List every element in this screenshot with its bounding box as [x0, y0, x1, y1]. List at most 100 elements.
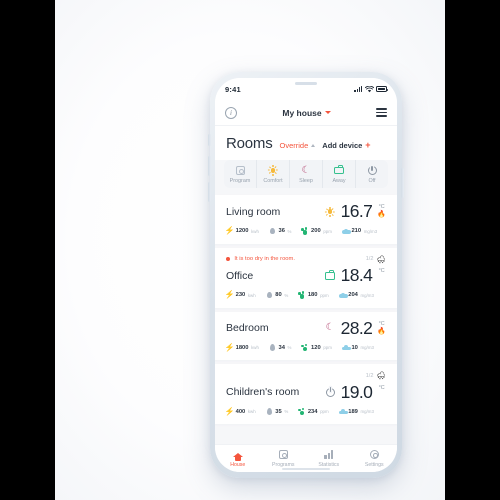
tab-label: House — [230, 461, 246, 468]
metric-value: 1200 — [235, 228, 249, 234]
droplet-icon — [269, 227, 276, 236]
alert-humidity-icon: 🌨 — [376, 371, 386, 380]
info-icon[interactable]: i — [225, 106, 237, 119]
chevron-down-icon — [324, 111, 331, 114]
room-name: Office — [226, 269, 254, 282]
co2-icon — [301, 343, 308, 352]
temperature-value: 28.2 — [340, 317, 373, 338]
metric-value: 35 — [275, 408, 282, 415]
status-time: 9:41 — [225, 84, 241, 94]
metric-particles: 210 mg/m3 — [341, 227, 378, 236]
power-icon — [325, 387, 336, 397]
metric-value: 34 — [278, 344, 285, 351]
moon-icon: ☾ — [301, 164, 311, 176]
temperature-value: 18.4 — [340, 265, 373, 285]
cloud-icon — [338, 407, 348, 416]
tab-programs[interactable]: Programs — [261, 450, 307, 468]
degree-unit: °C — [378, 384, 385, 391]
mode-button-off[interactable]: Off — [356, 160, 388, 188]
metric-value: 120 — [311, 344, 321, 351]
temperature-units: °C 🔥 — [377, 384, 386, 399]
co2-icon — [298, 407, 305, 416]
bar-chart-icon — [324, 450, 334, 460]
tab-settings[interactable]: Settings — [352, 450, 398, 468]
phone-screen: 9:41 i My house Rooms Override Add devic… — [215, 78, 397, 472]
mode-label: Away — [332, 178, 346, 184]
room-card-header: Bedroom ☾ 28.2 °C 🔥 — [226, 317, 386, 338]
temperature-value: 16.7 — [340, 201, 373, 221]
metric-energy: ⚡ 400 kwh — [224, 406, 256, 416]
metric-unit: % — [284, 292, 289, 298]
moon-icon: ☾ — [325, 322, 335, 334]
room-card[interactable]: Bedroom ☾ 28.2 °C 🔥 ⚡ 1800 kwh 34 % 120 … — [215, 311, 397, 360]
metric-value: 210 — [351, 228, 362, 234]
temperature-value: 19.0 — [340, 381, 373, 402]
metric-unit: ppm — [323, 345, 332, 350]
metric-unit: ppm — [320, 292, 329, 298]
metric-unit: ppm — [323, 228, 332, 234]
status-icons — [354, 85, 389, 93]
metric-unit: % — [284, 409, 289, 414]
mode-button-program[interactable]: Program — [224, 160, 257, 188]
tab-statistics[interactable]: Statistics — [306, 450, 352, 468]
metric-energy: ⚡ 1800 kwh — [225, 343, 259, 352]
power-icon — [367, 165, 377, 176]
warning-counter[interactable]: 1/2 🌨 — [366, 372, 386, 380]
override-button[interactable]: Override — [280, 141, 316, 150]
temperature-units: °C 🔥 — [377, 320, 386, 335]
room-card-header: Children's room 19.0 °C 🔥 — [226, 381, 386, 402]
droplet-icon — [269, 343, 276, 352]
status-bar: 9:41 — [215, 78, 397, 100]
degree-unit: °C — [378, 268, 385, 275]
house-selector[interactable]: My house — [282, 107, 331, 118]
metric-particles: 10 mg/m3 — [341, 343, 374, 352]
alert-humidity-icon: 🌨 — [376, 254, 386, 264]
metric-row: ⚡ 400 kwh 35 % 234 ppm 189 mg/m3 — [224, 406, 386, 416]
room-card-list: Living room 16.7 °C 🔥 ⚡ 1200 kwh 36 % 20… — [215, 195, 397, 424]
co2-icon — [298, 291, 305, 300]
mode-label: Off — [368, 178, 376, 184]
room-card[interactable]: 1/2 🌨 Children's room 19.0 °C ⚡ 400 kwh … — [215, 364, 397, 424]
warning-counter[interactable]: 1/2 🌨 — [365, 254, 386, 264]
metric-co2: 180 ppm — [298, 291, 329, 300]
tab-house[interactable]: House — [215, 450, 261, 468]
chevron-up-icon — [311, 144, 316, 147]
metric-unit: mg/m3 — [363, 228, 378, 234]
warning-count: 1/2 — [365, 372, 374, 379]
metric-unit: kwh — [251, 345, 259, 350]
metric-unit: mg/m3 — [360, 345, 374, 350]
room-card-header: Living room 16.7 °C 🔥 — [226, 201, 386, 221]
presentation-backdrop: 9:41 i My house Rooms Override Add devic… — [55, 0, 445, 500]
droplet-icon — [266, 291, 273, 300]
metric-co2: 120 ppm — [301, 343, 332, 352]
degree-unit: °C — [378, 320, 385, 327]
mode-label: Comfort — [263, 178, 283, 184]
metric-row: ⚡ 1800 kwh 34 % 120 ppm 10 mg/m3 — [225, 343, 386, 352]
plus-icon: + — [365, 140, 371, 150]
room-name: Children's room — [226, 386, 300, 399]
metric-value: 189 — [348, 408, 358, 415]
mode-selector-bar: Program Comfort ☾ Sleep Away Off — [224, 160, 388, 188]
temperature-group: 19.0 °C 🔥 — [325, 381, 386, 402]
house-name-label: My house — [282, 107, 322, 118]
metric-energy: ⚡ 230 kwh — [225, 291, 256, 300]
add-device-button[interactable]: Add device + — [322, 140, 371, 151]
metric-humidity: 35 % — [266, 407, 289, 416]
mode-button-comfort[interactable]: Comfort — [257, 160, 290, 188]
add-device-label: Add device — [322, 141, 363, 150]
room-card[interactable]: It is too dry in the room. 1/2 🌨 Office — [215, 247, 397, 308]
room-card[interactable]: Living room 16.7 °C 🔥 ⚡ 1200 kwh 36 % 20… — [215, 195, 397, 244]
room-card-header: Office 18.4 °C 🔥 — [226, 265, 386, 285]
bolt-icon: ⚡ — [224, 406, 235, 416]
mode-button-sleep[interactable]: ☾ Sleep — [290, 160, 323, 188]
warning-count: 1/2 — [365, 256, 374, 263]
metric-unit: kwh — [247, 292, 256, 298]
battery-full-icon — [376, 86, 389, 92]
hamburger-menu-icon[interactable] — [375, 108, 387, 117]
temperature-group: 16.7 °C 🔥 — [325, 201, 386, 221]
tab-label: Statistics — [318, 461, 340, 468]
earpiece-speaker — [295, 82, 317, 85]
page-title-row: Rooms Override Add device + — [215, 126, 397, 160]
mode-button-away[interactable]: Away — [323, 160, 356, 188]
metric-unit: kwh — [247, 409, 256, 414]
